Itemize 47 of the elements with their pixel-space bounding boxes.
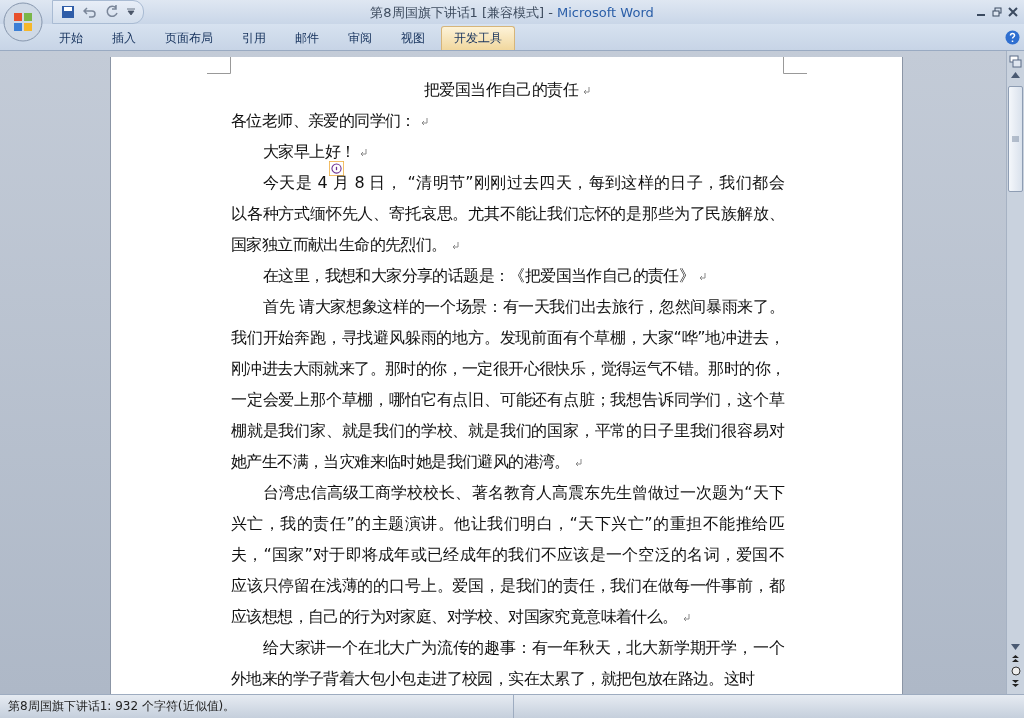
- body-text: 兴亡，我的责任”的主题演讲。他让我们明白，“天下兴亡”的重担不能推给匹: [231, 514, 784, 533]
- scroll-down-icon[interactable]: [1010, 643, 1021, 651]
- ribbon-tab[interactable]: 视图: [388, 26, 438, 50]
- body-text: 她产生不满，当灾难来临时她是我们避风的港湾。: [231, 452, 570, 471]
- caret-icon[interactable]: [127, 8, 135, 16]
- scroll-up-icon[interactable]: [1010, 71, 1021, 79]
- body-text: 一定会爱上那个草棚，哪怕它有点旧、可能还有点脏；我想告诉同学们，这个草: [231, 390, 784, 409]
- body-text: 我们开始奔跑，寻找避风躲雨的地方。发现前面有个草棚，大家“哗”地冲进去，: [231, 328, 784, 347]
- margin-corner-mark: [207, 57, 231, 74]
- document-title: 把爱国当作自己的责任: [424, 80, 578, 99]
- scrollbar-thumb[interactable]: [1008, 86, 1023, 192]
- status-text: 第8周国旗下讲话1: 932 个字符(近似值)。: [8, 698, 236, 715]
- body-text: 应该想想，自己的行为对家庭、对学校、对国家究竟意味着什么。: [231, 607, 678, 626]
- body-text: 大家早上好！: [263, 142, 356, 161]
- body-text: 棚就是我们家、就是我们的学校、就是我们的国家，平常的日子里我们很容易对: [231, 421, 784, 440]
- body-text: 今天是 4 月 8 日， “清明节”刚刚过去四天，每到这样的日子，我们都会: [263, 173, 784, 192]
- body-text: 在这里，我想和大家分享的话题是：《把爱国当作自己的责任》: [263, 266, 695, 285]
- body-text: 刚冲进去大雨就来了。那时的你，一定很开心很快乐，觉得运气不错。那时的你，: [231, 359, 786, 378]
- body-text: 台湾忠信高级工商学校校长、著名教育人高震东先生曾做过一次题为“天下: [263, 483, 784, 502]
- ribbon-tab[interactable]: 邮件: [282, 26, 332, 50]
- margin-corner-mark: [783, 57, 807, 74]
- body-text: 国家独立而献出生命的先烈们。: [231, 235, 447, 254]
- ribbon-tab[interactable]: 插入: [99, 26, 149, 50]
- body-text: 夫，“国家”对于即将成年或已经成年的我们不应该是一个空泛的名词，爱国不: [231, 545, 784, 564]
- body-text: 以各种方式缅怀先人、寄托哀思。尤其不能让我们忘怀的是那些为了民族解放、: [231, 204, 784, 223]
- body-text: 首先 请大家想象这样的一个场景：有一天我们出去旅行，忽然间暴雨来了。: [263, 297, 784, 316]
- restore-icon[interactable]: [992, 7, 1002, 17]
- body-text: 应该只停留在浅薄的的口号上。爱国，是我们的责任，我们在做每一件事前，都: [231, 576, 784, 595]
- help-icon[interactable]: [1005, 29, 1020, 45]
- ribbon-tab[interactable]: 开始: [46, 26, 96, 50]
- save-icon[interactable]: [61, 5, 75, 19]
- smart-tag-icon[interactable]: [329, 161, 344, 176]
- body-text: 给大家讲一个在北大广为流传的趣事：有一年秋天，北大新学期开学，一个: [263, 638, 784, 657]
- window-title: 第8周国旗下讲话1 [兼容模式] - Microsoft Word: [370, 4, 654, 22]
- previous-page-icon[interactable]: [1011, 654, 1020, 663]
- close-icon[interactable]: [1008, 7, 1018, 17]
- ribbon-tab[interactable]: 页面布局: [152, 26, 226, 50]
- browse-object-icon[interactable]: [1010, 666, 1021, 676]
- body-text: 各位老师、亲爱的同学们：: [231, 111, 416, 130]
- next-page-icon[interactable]: [1011, 679, 1020, 688]
- ribbon-tab[interactable]: 审阅: [335, 26, 385, 50]
- ribbon-tab[interactable]: 引用: [229, 26, 279, 50]
- view-ruler-icon[interactable]: [1009, 55, 1022, 68]
- body-text: 外地来的学子背着大包小包走进了校园，实在太累了，就把包放在路边。这时: [231, 669, 755, 688]
- redo-icon[interactable]: [105, 5, 119, 19]
- undo-icon[interactable]: [83, 5, 97, 19]
- ribbon-tab[interactable]: 开发工具: [441, 26, 515, 50]
